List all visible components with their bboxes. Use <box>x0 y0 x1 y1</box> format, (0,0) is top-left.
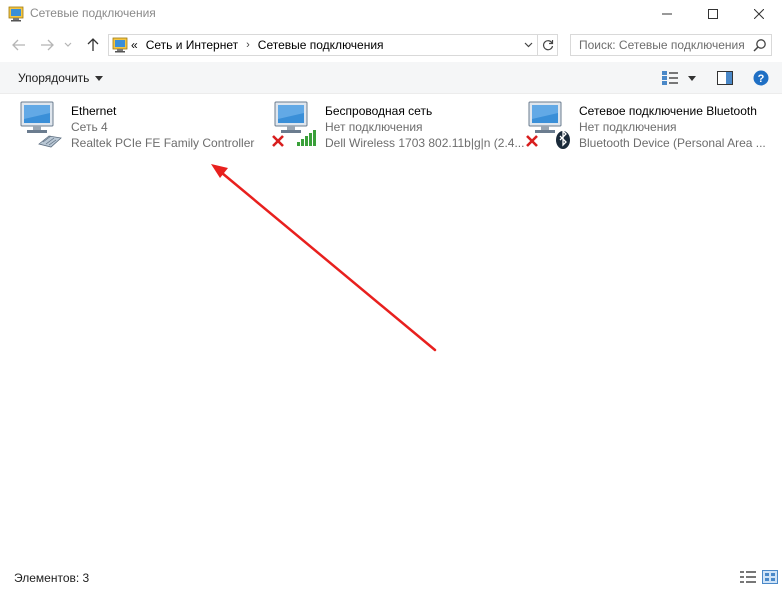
disconnected-x-icon <box>272 135 284 147</box>
bluetooth-icon <box>556 129 570 149</box>
network-connections-app-icon <box>8 6 24 22</box>
chevron-down-icon <box>64 42 72 47</box>
window-title: Сетевые подключения <box>30 6 156 20</box>
ethernet-adapter-icon <box>20 101 62 148</box>
connection-device: Dell Wireless 1703 802.11b|g|n (2.4... <box>325 136 525 150</box>
breadcrumb-item-network-internet[interactable]: Сеть и Интернет <box>146 38 238 52</box>
preview-pane-button[interactable] <box>716 69 734 87</box>
details-view-icon <box>662 71 678 85</box>
connection-item-wireless[interactable]: Беспроводная сеть Нет подключения Dell W… <box>271 100 524 156</box>
connection-name: Ethernet <box>71 104 117 118</box>
status-bar: Элементов: 3 <box>0 566 782 589</box>
help-button[interactable]: ? <box>752 69 770 87</box>
search-input[interactable] <box>571 35 751 55</box>
breadcrumb: « Сеть и Интернет › Сетевые подключения <box>131 38 384 52</box>
title-bar: Сетевые подключения <box>0 0 782 28</box>
arrow-up-icon <box>87 38 99 51</box>
connection-item-ethernet[interactable]: Ethernet Сеть 4 Realtek PCIe FE Family C… <box>17 100 257 156</box>
change-view-button[interactable] <box>662 69 696 87</box>
close-icon <box>754 9 764 19</box>
refresh-icon <box>542 40 553 51</box>
back-button[interactable] <box>10 35 28 55</box>
chevron-down-icon <box>524 42 532 48</box>
breadcrumb-item-network-connections[interactable]: Сетевые подключения <box>258 38 384 52</box>
connection-info: Беспроводная сеть Нет подключения Dell W… <box>325 103 524 151</box>
tiles-view-icon[interactable] <box>762 570 778 584</box>
search-box[interactable] <box>570 34 772 56</box>
connection-status: Сеть 4 <box>71 120 108 134</box>
connection-info: Сетевое подключение Bluetooth Нет подклю… <box>579 103 766 151</box>
disconnected-x-icon <box>526 135 538 147</box>
connection-name: Сетевое подключение Bluetooth <box>579 104 757 118</box>
bluetooth-adapter-icon <box>526 101 570 149</box>
caret-down-icon <box>688 75 696 81</box>
forward-button[interactable] <box>38 35 56 55</box>
connection-name: Беспроводная сеть <box>325 104 433 118</box>
wireless-adapter-icon <box>272 101 316 147</box>
connection-device: Realtek PCIe FE Family Controller <box>71 136 255 150</box>
network-connections-icon <box>112 37 128 53</box>
help-icon: ? <box>753 70 769 86</box>
recent-locations-button[interactable] <box>62 35 74 55</box>
connection-status: Нет подключения <box>579 120 677 134</box>
connection-status: Нет подключения <box>325 120 423 134</box>
breadcrumb-separator-icon[interactable]: › <box>246 39 250 51</box>
navigation-row: « Сеть и Интернет › Сетевые подключения <box>0 32 782 58</box>
maximize-icon <box>708 9 718 19</box>
preview-pane-icon <box>717 71 733 85</box>
refresh-button[interactable] <box>537 35 557 55</box>
item-count: Элементов: 3 <box>14 571 90 585</box>
command-bar: Упорядочить ? <box>0 62 782 94</box>
arrow-right-icon <box>41 39 54 51</box>
arrow-left-icon <box>12 39 25 51</box>
caret-down-icon <box>95 75 104 81</box>
minimize-button[interactable] <box>644 0 690 28</box>
svg-text:?: ? <box>758 73 765 85</box>
organize-button[interactable]: Упорядочить <box>18 71 104 85</box>
details-view-icon[interactable] <box>740 570 756 584</box>
address-bar[interactable]: « Сеть и Интернет › Сетевые подключения <box>108 34 558 56</box>
close-button[interactable] <box>736 0 782 28</box>
search-icon[interactable] <box>753 38 767 52</box>
organize-label: Упорядочить <box>18 71 90 85</box>
maximize-button[interactable] <box>690 0 736 28</box>
connection-device: Bluetooth Device (Personal Area ... <box>579 136 766 150</box>
connection-item-bluetooth[interactable]: Сетевое подключение Bluetooth Нет подклю… <box>525 100 775 156</box>
minimize-icon <box>662 13 672 15</box>
connection-info: Ethernet Сеть 4 Realtek PCIe FE Family C… <box>71 103 254 151</box>
address-dropdown-button[interactable] <box>521 38 535 52</box>
breadcrumb-overflow[interactable]: « <box>131 38 138 52</box>
up-button[interactable] <box>84 35 102 55</box>
